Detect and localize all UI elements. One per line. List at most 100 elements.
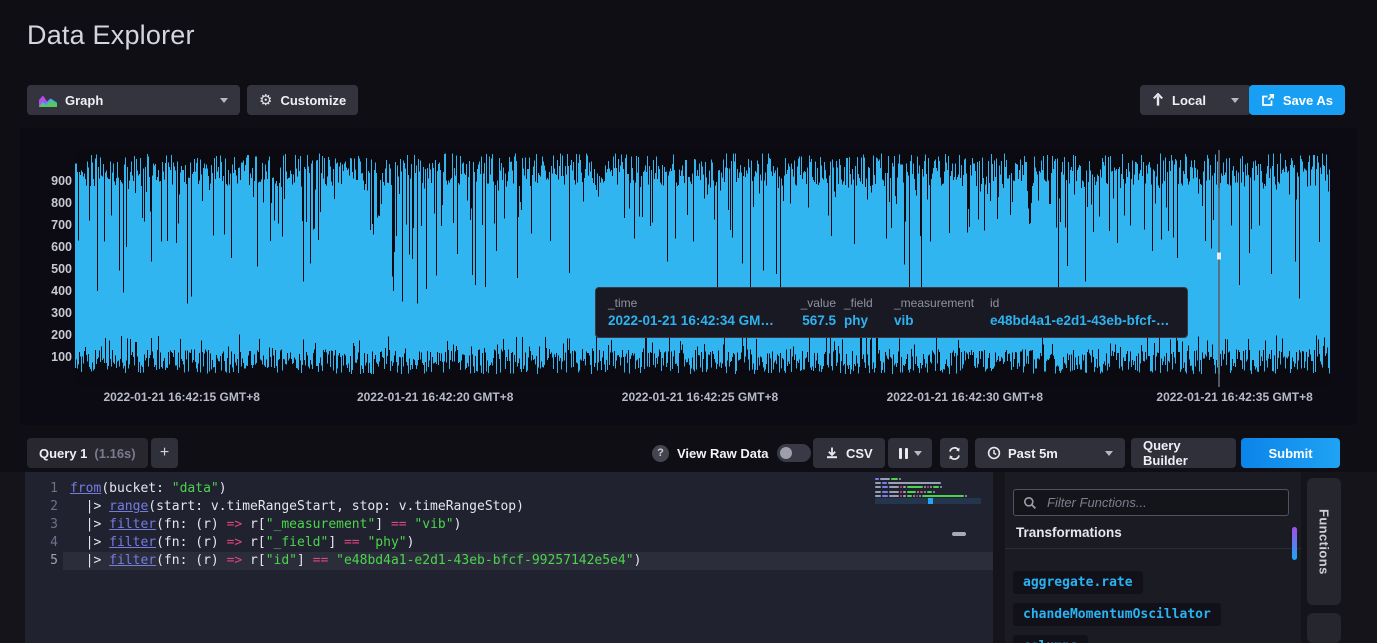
pause-button[interactable] <box>888 438 932 468</box>
chart-plot-area[interactable] <box>75 150 1330 387</box>
view-raw-data-toggle[interactable] <box>777 444 811 462</box>
side-tab-label: Functions <box>1317 509 1332 575</box>
refresh-icon <box>947 446 962 461</box>
tooltip-value: phy <box>844 313 886 328</box>
download-icon <box>825 446 839 460</box>
time-range-label: Past 5m <box>1008 446 1058 461</box>
submit-button[interactable]: Submit <box>1241 438 1340 468</box>
export-icon <box>1261 93 1275 107</box>
csv-label: CSV <box>846 446 873 461</box>
y-tick: 600 <box>20 240 72 254</box>
editor-minimap[interactable] <box>875 478 981 512</box>
query-tab-name: Query 1 <box>39 446 87 461</box>
minimap-line <box>875 495 967 497</box>
minimap-line <box>875 482 941 484</box>
toggle-knob <box>780 447 792 459</box>
code-line: from(bucket: "data") <box>70 480 641 498</box>
tooltip-measurement-column: _measurement vib <box>894 296 982 329</box>
pause-icon <box>899 448 908 459</box>
csv-download-button[interactable]: CSV <box>813 438 885 468</box>
x-tick: 2022-01-21 16:42:20 GMT+8 <box>340 390 530 404</box>
editor-code[interactable]: from(bucket: "data") |> range(start: v.t… <box>70 480 641 570</box>
data-explorer-page: Data Explorer Graph ⚙ Customize Local <box>0 0 1377 643</box>
tooltip-value: vib <box>894 313 982 328</box>
editor-line-numbers: 12345 <box>25 480 58 570</box>
save-location-dropdown[interactable]: Local <box>1140 85 1251 115</box>
y-tick: 900 <box>20 174 72 188</box>
y-tick: 300 <box>20 306 72 320</box>
view-raw-data-group: ? View Raw Data <box>652 438 811 468</box>
code-line: |> filter(fn: (r) => r["_measurement"] =… <box>70 516 641 534</box>
add-query-button[interactable]: + <box>151 438 178 468</box>
function-category-header: Transformations <box>1016 525 1122 540</box>
save-as-button[interactable]: Save As <box>1249 85 1345 115</box>
y-tick: 800 <box>20 196 72 210</box>
tooltip-header: _field <box>844 296 886 310</box>
view-raw-data-label: View Raw Data <box>677 446 769 461</box>
hover-tooltip: _time 2022-01-21 16:42:34 GMT+8 _value 5… <box>595 287 1188 338</box>
chevron-down-icon <box>1231 98 1239 103</box>
functions-scrollbar[interactable] <box>1292 527 1297 560</box>
minimap-line <box>875 486 942 488</box>
gear-icon: ⚙ <box>259 93 272 108</box>
customize-label: Customize <box>280 93 346 108</box>
tooltip-id-column: id e48bd4a1-e2d1-43eb-bfcf-99257142e5e4 <box>990 296 1175 329</box>
chart-svg <box>75 150 1330 387</box>
tooltip-value: 567.5 <box>786 313 836 328</box>
side-tab-2[interactable] <box>1307 613 1341 643</box>
flux-script-editor[interactable]: 12345 from(bucket: "data") |> range(star… <box>25 472 993 643</box>
graph-type-icon <box>39 94 57 107</box>
tooltip-header: _time <box>608 296 778 310</box>
minimap-cursor-marker <box>928 498 933 504</box>
line-number: 2 <box>25 498 58 516</box>
customize-button[interactable]: ⚙ Customize <box>247 85 358 115</box>
minimap-line <box>875 478 901 480</box>
upload-arrow-icon <box>1152 93 1164 107</box>
line-number: 5 <box>25 552 58 570</box>
panel-resize-handle[interactable] <box>952 532 966 536</box>
query-tab[interactable]: Query 1 (1.16s) <box>27 438 148 468</box>
bottom-split: 12345 from(bucket: "data") |> range(star… <box>0 472 1377 643</box>
function-search-input[interactable] <box>1045 494 1279 511</box>
x-tick: 2022-01-21 16:42:35 GMT+8 <box>1140 390 1330 404</box>
x-tick: 2022-01-21 16:42:30 GMT+8 <box>870 390 1060 404</box>
save-location-label: Local <box>1172 93 1206 108</box>
tooltip-time-column: _time 2022-01-21 16:42:34 GMT+8 <box>608 296 778 329</box>
side-tab-functions[interactable]: Functions <box>1307 478 1341 605</box>
page-title: Data Explorer <box>27 20 195 51</box>
chevron-down-icon <box>1105 451 1113 456</box>
help-icon[interactable]: ? <box>652 445 669 462</box>
query-builder-button[interactable]: Query Builder <box>1131 438 1236 468</box>
time-range-dropdown[interactable]: Past 5m <box>975 438 1125 468</box>
clock-icon <box>987 446 1001 460</box>
y-tick: 500 <box>20 262 72 276</box>
line-number: 1 <box>25 480 58 498</box>
functions-panel: Transformations aggregate.rate chandeMome… <box>1005 472 1301 643</box>
refresh-button[interactable] <box>940 438 968 468</box>
y-tick: 100 <box>20 350 72 364</box>
chevron-down-icon <box>914 451 922 456</box>
code-line: |> filter(fn: (r) => r["_field"] == "phy… <box>70 534 641 552</box>
code-line: |> range(start: v.timeRangeStart, stop: … <box>70 498 641 516</box>
function-search-box[interactable] <box>1013 489 1289 516</box>
y-tick: 700 <box>20 218 72 232</box>
function-chip[interactable]: aggregate.rate <box>1013 571 1143 594</box>
function-chip[interactable]: columns <box>1013 635 1088 643</box>
function-chip[interactable]: chandeMomentumOscillator <box>1013 603 1221 626</box>
tooltip-field-column: _field phy <box>844 296 886 329</box>
save-as-label: Save As <box>1283 93 1333 108</box>
tooltip-header: _measurement <box>894 296 982 310</box>
tooltip-header: id <box>990 296 1175 310</box>
function-list: aggregate.rate chandeMomentumOscillator co… <box>1013 571 1221 643</box>
x-tick: 2022-01-21 16:42:15 GMT+8 <box>87 390 277 404</box>
category-divider <box>1005 548 1301 549</box>
minimap-line <box>875 491 935 493</box>
code-line: |> filter(fn: (r) => r["id"] == "e48bd4a… <box>70 552 641 570</box>
line-number: 3 <box>25 516 58 534</box>
search-icon <box>1023 496 1037 510</box>
line-number: 4 <box>25 534 58 552</box>
graph-panel: 100200300400500600700800900 2022-01-21 1… <box>20 128 1357 425</box>
tooltip-value: 2022-01-21 16:42:34 GMT+8 <box>608 313 778 328</box>
visualization-type-dropdown[interactable]: Graph <box>27 85 240 115</box>
y-tick: 400 <box>20 284 72 298</box>
